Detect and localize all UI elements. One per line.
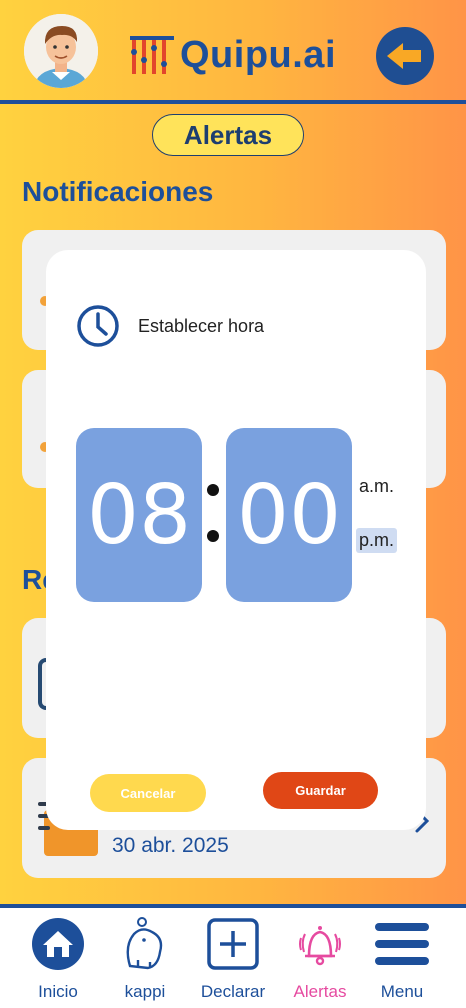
clock-icon — [77, 305, 119, 347]
dialog-header: Establecer hora — [76, 304, 264, 348]
am-option[interactable]: a.m. — [356, 474, 397, 499]
nav-label: Alertas — [293, 982, 347, 1001]
user-avatar-icon[interactable] — [24, 14, 98, 88]
home-icon — [32, 918, 84, 970]
time-picker-dialog: Establecer hora 08 00 a.m. p.m. Cancelar… — [46, 250, 426, 830]
nav-item-inicio[interactable]: Inicio — [13, 916, 103, 1006]
nav-item-alertas[interactable]: Alertas — [275, 916, 365, 1006]
page-title: Alertas — [152, 114, 304, 156]
plus-square-icon — [207, 918, 259, 970]
cancel-button[interactable]: Cancelar — [90, 774, 206, 812]
bell-icon — [299, 926, 341, 966]
dialog-title: Establecer hora — [138, 315, 265, 336]
logo-text: Quipu.ai — [180, 33, 336, 76]
hour-input[interactable]: 08 — [76, 428, 202, 602]
save-button[interactable]: Guardar — [263, 772, 378, 809]
nav-item-declarar[interactable]: Declarar — [188, 916, 278, 1006]
nav-label: Declarar — [200, 982, 266, 1001]
app-logo: Quipu.ai — [128, 32, 336, 78]
time-separator — [207, 530, 219, 542]
minute-input[interactable]: 00 — [226, 428, 352, 602]
pm-option[interactable]: p.m. — [356, 528, 398, 553]
time-separator — [207, 484, 219, 496]
hamburger-menu-icon — [375, 923, 429, 965]
nav-item-menu[interactable]: Menu — [357, 916, 447, 1006]
bottom-navigation: Inicio kappi Declarar Alertas Menu — [0, 908, 466, 1008]
capybara-icon — [126, 917, 163, 970]
abacus-icon — [130, 36, 174, 74]
nav-label: Inicio — [38, 982, 78, 1001]
arrow-left-icon — [387, 43, 421, 69]
nav-label: kappi — [124, 982, 166, 1001]
nav-label: Menu — [380, 982, 424, 1001]
header-divider — [0, 100, 466, 104]
app-header: Quipu.ai — [0, 0, 466, 104]
notifications-heading: Notificaciones — [22, 176, 214, 207]
back-button[interactable] — [376, 27, 434, 85]
reminder-date: 30 abr. 2025 — [112, 834, 229, 857]
nav-item-kappi[interactable]: kappi — [100, 916, 190, 1006]
